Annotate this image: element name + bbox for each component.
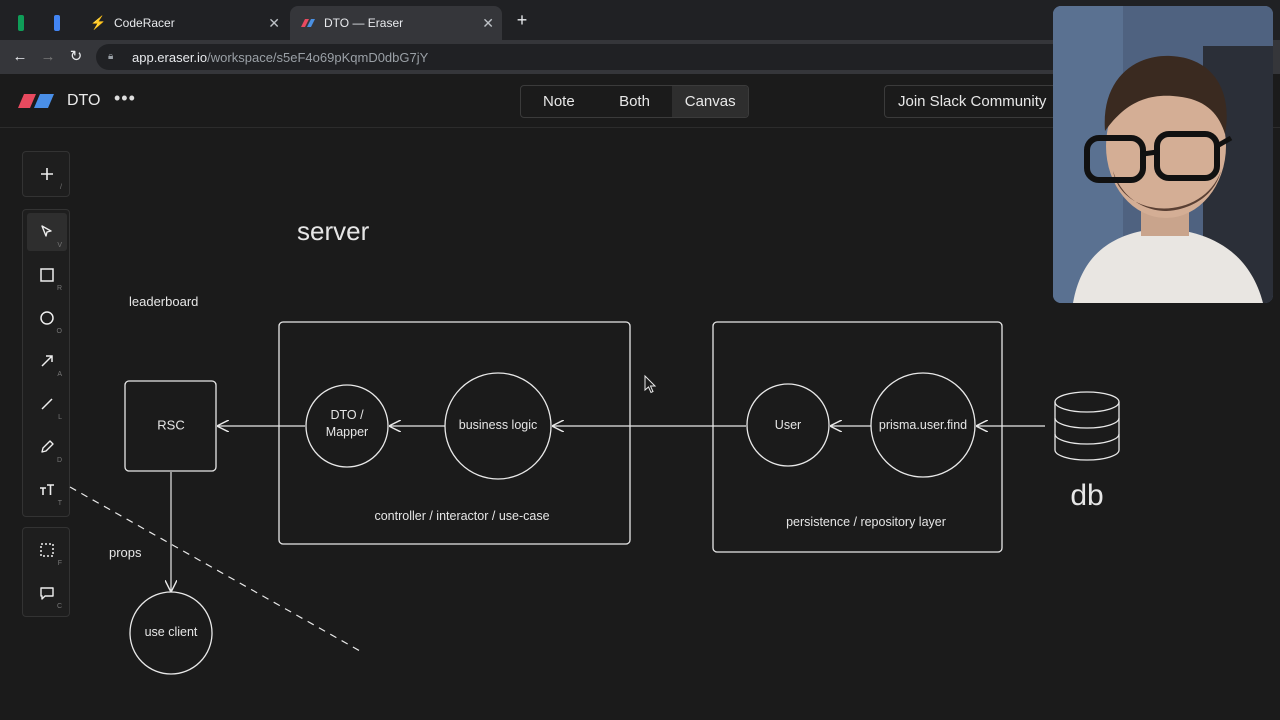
document-title[interactable]: DTO [67,92,100,110]
back-icon[interactable]: ← [10,47,30,67]
mode-both[interactable]: Both [597,86,673,117]
forward-icon[interactable]: → [38,47,58,67]
bolt-icon: ⚡ [90,15,107,30]
dto-mapper-label: DTO / Mapper [326,407,368,441]
close-tab-icon[interactable]: ✕ [268,15,280,32]
address-bar[interactable]: 🔒︎ app.eraser.io/workspace/s5eF4o69pKqmD… [96,44,1096,70]
leaderboard-label: leaderboard [129,294,199,309]
eraser-logo-icon[interactable] [18,94,54,108]
database-icon [1054,391,1120,461]
url-host: app.eraser.io [132,49,208,65]
tab-docs[interactable] [44,6,78,40]
tab-title: DTO — Eraser [324,16,404,30]
dto-mapper-line2: Mapper [325,425,369,439]
reload-icon[interactable]: ↻ [66,47,86,67]
presenter-video [1053,6,1273,303]
props-label: props [109,545,142,560]
business-logic-label: business logic [458,418,538,432]
lock-icon: 🔒︎ [108,51,114,62]
user-label: User [774,418,802,432]
dto-mapper-line1: DTO / [330,408,364,422]
sheets-icon [18,15,24,31]
mode-canvas[interactable]: Canvas [672,86,748,117]
view-mode-switch: Note Both Canvas [520,85,749,118]
new-tab-button[interactable]: + [512,10,532,30]
rsc-label: RSC [157,417,185,433]
server-label: server [297,216,370,246]
persistence-label: persistence / repository layer [786,515,946,529]
tab-coderacer[interactable]: ⚡ CodeRacer ✕ [80,6,288,40]
docs-icon [54,15,60,31]
tab-sheets[interactable] [8,6,42,40]
more-options-icon[interactable]: ••• [114,88,136,109]
webcam-overlay [1053,6,1273,303]
close-tab-icon[interactable]: ✕ [482,15,494,32]
tab-eraser[interactable]: DTO — Eraser ✕ [290,6,502,40]
controller-label: controller / interactor / use-case [374,509,550,523]
eraser-logo-icon [301,19,315,27]
join-slack-button[interactable]: Join Slack Community [884,85,1074,118]
url-path: /workspace/s5eF4o69pKqmD0dbG7jY [207,49,429,65]
use-client-label: use client [144,625,198,639]
db-label: db [1070,479,1104,512]
tab-title: CodeRacer [114,16,175,30]
client-server-boundary [69,486,361,652]
mouse-cursor-icon [644,374,657,394]
mode-note[interactable]: Note [521,86,597,117]
prisma-label: prisma.user.find [878,418,968,432]
